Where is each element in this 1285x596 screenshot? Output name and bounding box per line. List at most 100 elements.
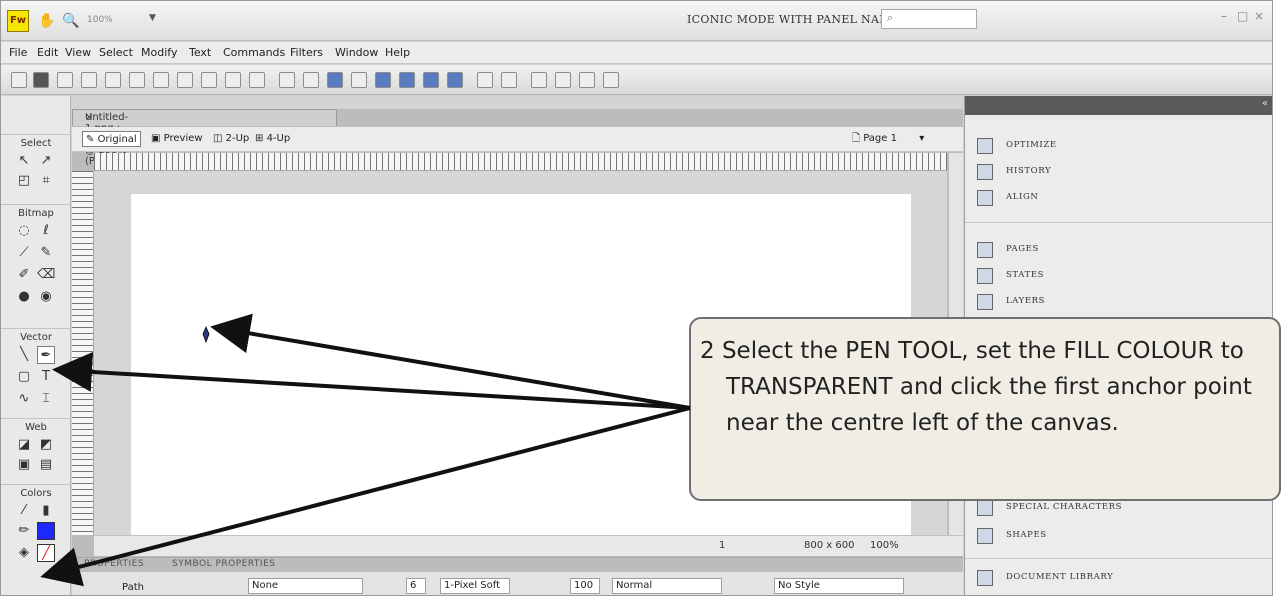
undo-icon[interactable] — [153, 72, 169, 88]
fill-color-none-swatch[interactable]: ╱ — [37, 544, 55, 562]
view-2-up[interactable]: ◫ 2-Up — [210, 131, 252, 147]
pencil-tool-icon[interactable]: ✐ — [15, 266, 33, 284]
minimize-icon[interactable]: – — [1221, 9, 1227, 23]
page-icon: 🗋 — [852, 133, 864, 144]
align-icon[interactable] — [477, 72, 493, 88]
menu-help[interactable]: Help — [385, 46, 410, 59]
status-bar: 1 800 x 600 100% — [94, 535, 963, 556]
style-select[interactable]: No Style — [774, 578, 904, 594]
document-tab[interactable]: Untitled-1.png : Page 1 @ 100% (Path)* × — [72, 109, 337, 167]
stroke-color-swatch[interactable] — [37, 522, 55, 540]
redo-icon[interactable] — [177, 72, 193, 88]
crop-tool-icon[interactable]: ⌗ — [37, 172, 55, 190]
collapse-icon[interactable]: « — [1262, 98, 1268, 109]
properties-panel: PROPERTIES SYMBOL PROPERTIES Path None 6… — [72, 557, 963, 595]
special-characters-icon — [977, 500, 993, 516]
page-select[interactable]: 🗋 Page 1 ▾ — [852, 131, 924, 148]
close-tab-icon[interactable]: × — [85, 112, 93, 123]
brush-tool-icon[interactable]: ✎ — [37, 244, 55, 262]
view-original[interactable]: ✎ Original — [82, 131, 141, 147]
import-icon[interactable] — [81, 72, 97, 88]
status-page-number: 1 — [719, 540, 726, 551]
export-icon[interactable] — [105, 72, 121, 88]
tab-symbol-properties[interactable]: SYMBOL PROPERTIES — [172, 559, 275, 569]
view-preview[interactable]: ▣ Preview — [148, 131, 206, 147]
ungroup-icon[interactable] — [303, 72, 319, 88]
two-up-icon: ◫ — [213, 133, 226, 144]
flip-icon[interactable] — [555, 72, 571, 88]
paint-bucket-tool-icon[interactable]: ▮ — [37, 502, 55, 520]
freeform-tool-icon[interactable]: ∿ — [15, 390, 33, 408]
print-icon[interactable] — [129, 72, 145, 88]
eraser-tool-icon[interactable]: ⌫ — [37, 266, 55, 284]
tools-section-web: Web — [1, 418, 71, 433]
menu-file[interactable]: File — [9, 46, 27, 59]
scale-icon[interactable] — [579, 72, 595, 88]
rotate-icon[interactable] — [531, 72, 547, 88]
text-tool-icon[interactable]: T — [37, 368, 55, 386]
marquee-tool-icon[interactable]: ◌ — [15, 222, 33, 240]
send-to-back-icon[interactable] — [447, 72, 463, 88]
chevron-down-icon[interactable]: ▼ — [149, 13, 156, 23]
menu-window[interactable]: Window — [335, 46, 378, 59]
join-icon[interactable] — [327, 72, 343, 88]
opacity-field[interactable]: 100 — [570, 578, 600, 594]
canvas-size[interactable]: 800 x 600 — [804, 540, 854, 551]
slice-tool-icon[interactable]: ◩ — [37, 436, 55, 454]
instruction-callout: 2 Select the PEN TOOL, set the FILL COLO… — [689, 317, 1281, 501]
new-icon[interactable] — [11, 72, 27, 88]
scale-tool-icon[interactable]: ◰ — [15, 172, 33, 190]
bring-to-front-icon[interactable] — [375, 72, 391, 88]
rubber-stamp-tool-icon[interactable]: ◉ — [37, 288, 55, 306]
view-4-up[interactable]: ⊞ 4-Up — [252, 131, 293, 147]
maximize-icon[interactable]: □ — [1237, 9, 1248, 23]
subselect-tool-icon[interactable]: ↗ — [37, 152, 55, 170]
line-tool-icon[interactable]: ╲ — [15, 346, 33, 364]
search-input[interactable]: ⌕ — [881, 9, 977, 29]
group-icon[interactable] — [279, 72, 295, 88]
blur-tool-icon[interactable]: ● — [15, 288, 33, 306]
tab-properties[interactable]: PROPERTIES — [84, 559, 144, 569]
pen-tool-icon[interactable]: ✒ — [37, 346, 55, 364]
stroke-size-field[interactable]: 6 — [406, 578, 426, 594]
align-icon — [977, 190, 993, 206]
open-icon[interactable] — [57, 72, 73, 88]
stroke-type-select[interactable]: 1-Pixel Soft — [440, 578, 510, 594]
lasso-tool-icon[interactable]: ℓ — [37, 222, 55, 240]
pointer-tool-icon[interactable]: ↖ — [15, 152, 33, 170]
fill-type-select[interactable]: None — [248, 578, 363, 594]
menu-edit[interactable]: Edit — [37, 46, 58, 59]
copy-icon[interactable] — [225, 72, 241, 88]
stroke-color-icon[interactable]: ✏ — [15, 522, 33, 540]
zoom-icon[interactable]: 🔍 — [61, 11, 81, 31]
knife-tool-icon[interactable]: ⌶ — [37, 390, 55, 408]
close-icon[interactable]: × — [1254, 9, 1264, 23]
distribute-icon[interactable] — [501, 72, 517, 88]
distort-icon[interactable] — [603, 72, 619, 88]
hide-slices-icon[interactable]: ▣ — [15, 456, 33, 474]
show-slices-icon[interactable]: ▤ — [37, 456, 55, 474]
send-backward-icon[interactable] — [423, 72, 439, 88]
blend-mode-select[interactable]: Normal — [612, 578, 722, 594]
fill-bucket-icon[interactable]: ◈ — [15, 544, 33, 562]
zoom-level[interactable]: 100% — [87, 15, 113, 25]
menu-text[interactable]: Text — [189, 46, 211, 59]
title-bar: Fw ✋ 🔍 100% ▼ ICONIC MODE WITH PANEL NAM… — [1, 1, 1272, 41]
properties-tabs: PROPERTIES SYMBOL PROPERTIES — [72, 558, 963, 572]
hand-icon[interactable]: ✋ — [37, 11, 57, 31]
magic-wand-tool-icon[interactable]: ⟋ — [15, 244, 33, 262]
split-icon[interactable] — [351, 72, 367, 88]
menu-commands[interactable]: Commands — [223, 46, 285, 59]
save-icon[interactable] — [33, 72, 49, 88]
eyedropper-tool-icon[interactable]: ⁄ — [15, 502, 33, 520]
status-zoom[interactable]: 100% — [870, 540, 899, 551]
menu-modify[interactable]: Modify — [141, 46, 177, 59]
menu-view[interactable]: View — [65, 46, 91, 59]
hotspot-tool-icon[interactable]: ◪ — [15, 436, 33, 454]
menu-select[interactable]: Select — [99, 46, 133, 59]
paste-icon[interactable] — [249, 72, 265, 88]
bring-forward-icon[interactable] — [399, 72, 415, 88]
menu-filters[interactable]: Filters — [290, 46, 323, 59]
cut-icon[interactable] — [201, 72, 217, 88]
rectangle-tool-icon[interactable]: ▢ — [15, 368, 33, 386]
